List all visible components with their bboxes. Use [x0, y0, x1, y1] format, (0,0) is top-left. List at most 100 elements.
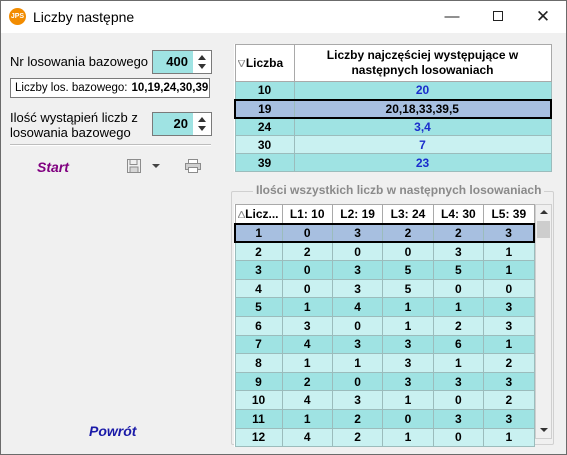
- count-cell[interactable]: 1: [281, 353, 333, 373]
- number-cell[interactable]: 24: [234, 117, 295, 136]
- count-cell[interactable]: 0: [483, 278, 535, 299]
- number-cell[interactable]: 19: [234, 98, 295, 119]
- top-table-row-selected[interactable]: 19 20,18,33,39,5: [234, 98, 552, 119]
- vertical-scrollbar[interactable]: [535, 204, 552, 439]
- count-cell[interactable]: 1: [281, 297, 333, 317]
- number-cell[interactable]: 3: [234, 260, 283, 280]
- table-row[interactable]: 630123: [234, 315, 535, 336]
- count-cell[interactable]: 4: [331, 297, 384, 317]
- count-cell[interactable]: 3: [382, 334, 434, 355]
- count-cell[interactable]: 1: [382, 390, 434, 410]
- count-cell[interactable]: 3: [331, 260, 384, 280]
- spin-up-icon[interactable]: [198, 55, 206, 60]
- count-cell[interactable]: 3: [281, 315, 333, 336]
- header-l3[interactable]: L3: 24: [382, 204, 434, 224]
- base-draw-spinner[interactable]: 400: [152, 50, 212, 74]
- count-cell[interactable]: 0: [331, 371, 384, 392]
- values-cell[interactable]: 3,4: [293, 117, 552, 136]
- count-cell[interactable]: 1: [331, 353, 384, 373]
- count-cell[interactable]: 2: [281, 371, 333, 392]
- occurrences-value[interactable]: 20: [153, 113, 193, 135]
- count-cell[interactable]: 3: [432, 241, 485, 262]
- number-cell[interactable]: 11: [234, 408, 283, 429]
- count-cell[interactable]: 3: [331, 334, 384, 355]
- count-cell[interactable]: 0: [281, 278, 333, 299]
- count-cell[interactable]: 4: [281, 334, 333, 355]
- count-cell[interactable]: 1: [382, 297, 434, 317]
- title-bar[interactable]: JPS Liczby następne — ✕: [1, 1, 566, 33]
- table-row[interactable]: 303551: [234, 260, 535, 280]
- close-button[interactable]: ✕: [520, 1, 566, 33]
- table-row[interactable]: 743361: [234, 334, 535, 355]
- count-cell[interactable]: 1: [382, 427, 434, 448]
- scroll-down-icon[interactable]: [536, 423, 551, 438]
- count-cell[interactable]: 2: [483, 390, 535, 410]
- count-cell[interactable]: 3: [331, 390, 384, 410]
- header-number[interactable]: Licz...: [234, 204, 283, 224]
- number-cell[interactable]: 5: [234, 297, 283, 317]
- base-draw-arrows[interactable]: [194, 51, 211, 73]
- table-row[interactable]: 811312: [234, 353, 535, 373]
- number-cell[interactable]: 12: [234, 427, 283, 448]
- count-cell[interactable]: 2: [432, 315, 485, 336]
- base-draw-value[interactable]: 400: [153, 51, 193, 73]
- occurrences-spinner[interactable]: 20: [152, 112, 212, 136]
- count-cell[interactable]: 0: [382, 241, 434, 262]
- spin-down-icon[interactable]: [198, 64, 206, 69]
- count-cell[interactable]: 3: [483, 371, 535, 392]
- table-row[interactable]: 11 1 2 0 3 3: [234, 408, 535, 429]
- count-cell[interactable]: 5: [432, 260, 485, 280]
- scroll-up-icon[interactable]: [536, 205, 551, 220]
- number-cell[interactable]: 30: [234, 135, 295, 154]
- number-cell[interactable]: 39: [234, 153, 295, 172]
- save-icon[interactable]: [126, 158, 142, 174]
- number-cell[interactable]: 9: [234, 371, 283, 392]
- count-cell[interactable]: 0: [281, 260, 333, 280]
- header-l5[interactable]: L5: 39: [483, 204, 535, 224]
- header-frequent-numbers[interactable]: Liczby najczęściej występujące w następn…: [293, 44, 552, 82]
- number-cell[interactable]: 10: [234, 390, 283, 410]
- top-table-row[interactable]: 30 7: [234, 135, 552, 154]
- count-cell[interactable]: 5: [382, 260, 434, 280]
- count-cell[interactable]: 6: [432, 334, 485, 355]
- count-cell[interactable]: 3: [382, 371, 434, 392]
- number-cell[interactable]: 1: [234, 222, 283, 244]
- number-cell[interactable]: 7: [234, 334, 283, 355]
- count-cell[interactable]: 2: [281, 241, 333, 262]
- spin-up-icon[interactable]: [198, 117, 206, 122]
- count-cell[interactable]: 0: [331, 241, 384, 262]
- count-cell[interactable]: 0: [432, 427, 485, 448]
- count-cell[interactable]: 2: [382, 222, 434, 244]
- count-cell[interactable]: 1: [483, 241, 535, 262]
- count-cell[interactable]: 3: [483, 315, 535, 336]
- header-l1[interactable]: L1: 10: [281, 204, 333, 224]
- top-table-row[interactable]: 39 23: [234, 153, 552, 172]
- header-l2[interactable]: L2: 19: [331, 204, 384, 224]
- count-cell[interactable]: 0: [432, 278, 485, 299]
- table-row[interactable]: 220031: [234, 241, 535, 262]
- header-number[interactable]: Liczba: [234, 44, 295, 82]
- scroll-thumb[interactable]: [537, 221, 550, 238]
- count-cell[interactable]: 0: [281, 222, 333, 244]
- count-cell[interactable]: 1: [432, 353, 485, 373]
- count-cell[interactable]: 3: [483, 297, 535, 317]
- count-cell[interactable]: 3: [331, 222, 384, 244]
- number-cell[interactable]: 6: [234, 315, 283, 336]
- table-row[interactable]: 10 4 3 1 0 2: [234, 390, 535, 410]
- count-cell[interactable]: 0: [331, 315, 384, 336]
- number-cell[interactable]: 10: [234, 81, 295, 100]
- occurrences-arrows[interactable]: [194, 113, 211, 135]
- count-cell[interactable]: 3: [331, 278, 384, 299]
- count-cell[interactable]: 2: [331, 408, 384, 429]
- count-cell[interactable]: 2: [483, 353, 535, 373]
- values-cell[interactable]: 20: [293, 81, 552, 100]
- top-table-row[interactable]: 10 20: [234, 81, 552, 100]
- count-cell[interactable]: 3: [382, 353, 434, 373]
- number-cell[interactable]: 4: [234, 278, 283, 299]
- table-row[interactable]: 403500: [234, 278, 535, 299]
- dropdown-arrow-icon[interactable]: [152, 164, 160, 168]
- table-row[interactable]: 920333: [234, 371, 535, 392]
- header-l4[interactable]: L4: 30: [432, 204, 485, 224]
- count-cell[interactable]: 4: [281, 390, 333, 410]
- print-icon[interactable]: [184, 158, 202, 174]
